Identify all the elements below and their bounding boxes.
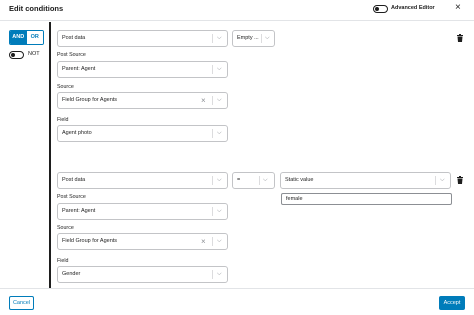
divider <box>259 176 260 185</box>
dialog-title: Edit conditions <box>9 4 64 13</box>
clear-icon[interactable]: × <box>201 236 206 247</box>
chevron-down-icon: ⌵ <box>217 208 222 214</box>
source-label: Source <box>57 225 74 231</box>
logic-toggle-group: AND OR <box>9 30 44 45</box>
select-value: Post data <box>62 177 86 183</box>
chevron-down-icon: ⌵ <box>265 35 270 41</box>
cancel-button[interactable]: Cancel <box>9 296 34 310</box>
select-value: Post data <box>62 35 86 41</box>
post-source-label: Post Source <box>57 194 86 200</box>
field-label: Field <box>57 117 69 123</box>
select-value: = <box>237 177 241 183</box>
advanced-editor-label: Advanced Editor <box>391 5 435 11</box>
trash-icon[interactable] <box>456 34 464 42</box>
chevron-down-icon: ⌵ <box>217 35 222 41</box>
select-value: Field Group for Agents <box>62 238 118 244</box>
source-label: Source <box>57 84 74 90</box>
select-value: Parent: Agent <box>62 208 96 214</box>
and-button[interactable]: AND <box>10 31 27 44</box>
divider <box>435 176 436 185</box>
select-value: Empty ... <box>237 35 259 41</box>
condition-2-operator-select[interactable]: = ⌵ <box>232 172 275 189</box>
condition-2-value-input[interactable]: female <box>281 193 452 205</box>
divider <box>212 237 213 246</box>
select-value: Gender <box>62 271 81 277</box>
condition-2-source-select[interactable]: Field Group for Agents × ⌵ <box>57 233 228 250</box>
chevron-down-icon: ⌵ <box>217 130 222 136</box>
select-value: Static value <box>285 177 314 183</box>
advanced-editor-toggle[interactable] <box>373 5 388 13</box>
select-value: Field Group for Agents <box>62 97 118 103</box>
chevron-down-icon: ⌵ <box>440 177 445 183</box>
chevron-down-icon: ⌵ <box>217 271 222 277</box>
toggle-knob <box>11 53 15 57</box>
condition-2-value-type-select[interactable]: Static value ⌵ <box>280 172 451 189</box>
condition-group-bar <box>49 22 51 289</box>
condition-1-subject-select[interactable]: Post data ⌵ <box>57 30 228 47</box>
not-label: NOT <box>28 51 40 57</box>
toggle-knob <box>375 7 379 11</box>
input-value: female <box>286 196 303 202</box>
condition-1-source-select[interactable]: Field Group for Agents × ⌵ <box>57 92 228 109</box>
chevron-down-icon: ⌵ <box>263 177 268 183</box>
select-value: Agent photo <box>62 130 92 136</box>
divider <box>212 129 213 138</box>
select-value: Parent: Agent <box>62 66 96 72</box>
accept-button[interactable]: Accept <box>439 296 465 310</box>
divider <box>212 34 213 43</box>
not-toggle[interactable] <box>9 51 24 59</box>
post-source-label: Post Source <box>57 52 86 58</box>
divider <box>212 176 213 185</box>
divider <box>261 34 262 43</box>
divider <box>212 207 213 216</box>
condition-1-operator-select[interactable]: Empty ... ⌵ <box>232 30 275 47</box>
divider <box>212 65 213 74</box>
or-button[interactable]: OR <box>26 31 43 44</box>
chevron-down-icon: ⌵ <box>217 66 222 72</box>
clear-icon[interactable]: × <box>201 95 206 106</box>
dialog-footer <box>0 288 474 315</box>
condition-2-field-select[interactable]: Gender ⌵ <box>57 266 228 283</box>
chevron-down-icon: ⌵ <box>217 177 222 183</box>
field-label: Field <box>57 258 69 264</box>
chevron-down-icon: ⌵ <box>217 97 222 103</box>
condition-1-post-source-select[interactable]: Parent: Agent ⌵ <box>57 61 228 78</box>
condition-1-field-select[interactable]: Agent photo ⌵ <box>57 125 228 142</box>
divider <box>212 270 213 279</box>
divider <box>212 96 213 105</box>
chevron-down-icon: ⌵ <box>217 238 222 244</box>
condition-2-post-source-select[interactable]: Parent: Agent ⌵ <box>57 203 228 220</box>
trash-icon[interactable] <box>456 176 464 184</box>
condition-2-subject-select[interactable]: Post data ⌵ <box>57 172 228 189</box>
close-icon[interactable]: × <box>455 2 461 14</box>
